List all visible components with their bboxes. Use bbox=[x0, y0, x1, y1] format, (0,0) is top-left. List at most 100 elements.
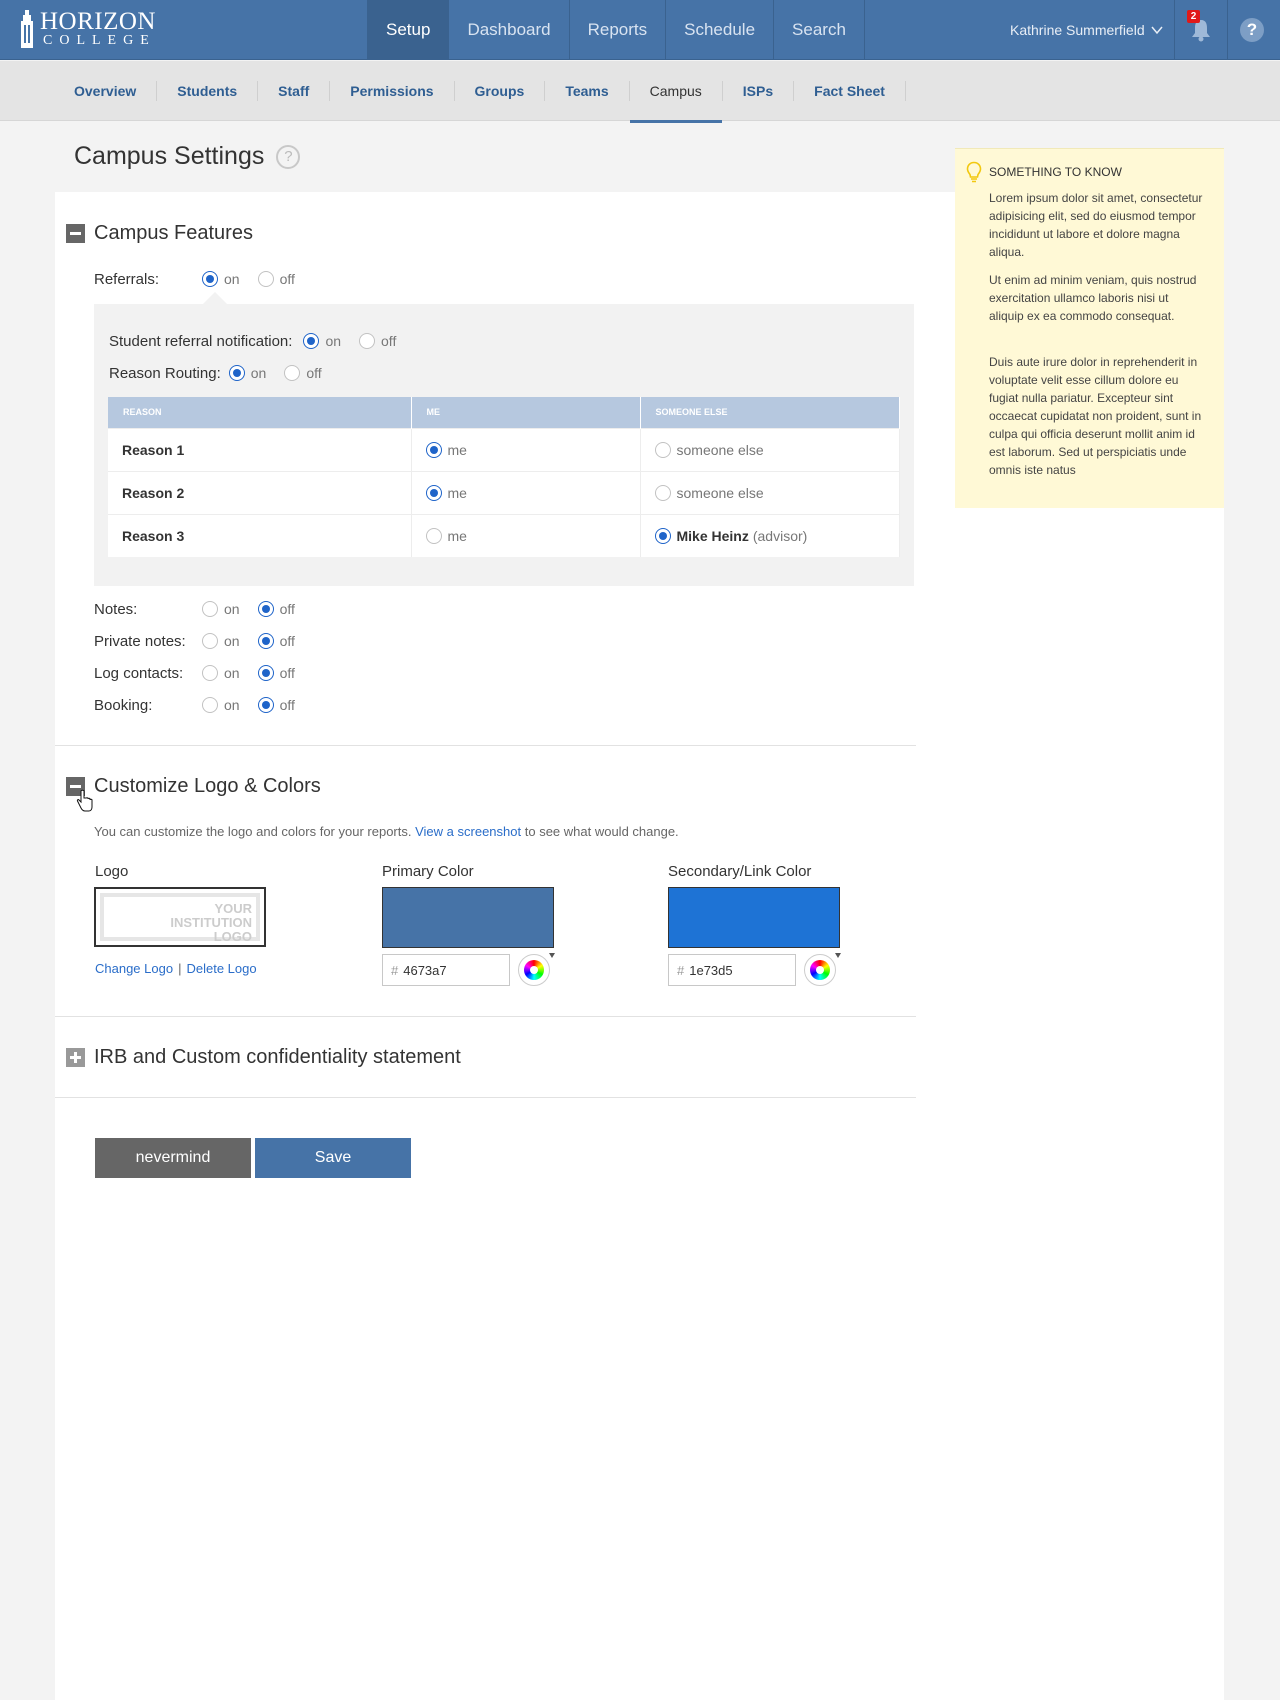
private-notes-off-option[interactable]: off bbox=[257, 633, 295, 649]
me-option[interactable]: me bbox=[425, 527, 640, 544]
subnav-isps[interactable]: ISPs bbox=[723, 81, 795, 101]
section-title: IRB and Custom confidentiality statement bbox=[94, 1046, 461, 1068]
radio-on[interactable] bbox=[202, 271, 218, 287]
radio-on[interactable] bbox=[228, 365, 245, 381]
routing-off-option[interactable]: off bbox=[284, 365, 322, 381]
booking-row: Booking: on off bbox=[94, 695, 313, 715]
notification-off-option[interactable]: off bbox=[359, 333, 396, 349]
advisor-name: Mike Heinz bbox=[676, 527, 749, 544]
customize-header[interactable]: Customize Logo & Colors bbox=[66, 775, 321, 798]
collapse-icon[interactable] bbox=[66, 224, 85, 243]
subnav-fact-sheet[interactable]: Fact Sheet bbox=[794, 81, 906, 101]
booking-on-option[interactable]: on bbox=[202, 697, 240, 713]
reason-routing-row: Reason Routing: on off bbox=[109, 363, 340, 383]
private-notes-on-option[interactable]: on bbox=[202, 633, 240, 649]
field-label: Private notes: bbox=[94, 632, 186, 650]
radio-else[interactable] bbox=[654, 484, 671, 501]
routing-on-option[interactable]: on bbox=[228, 365, 266, 381]
me-cell: me bbox=[411, 470, 641, 514]
placeholder-text: LOGO bbox=[213, 929, 252, 944]
subnav-teams[interactable]: Teams bbox=[545, 81, 630, 101]
table-row: Reason 1 me someone else bbox=[108, 427, 900, 471]
nav-dashboard[interactable]: Dashboard bbox=[449, 0, 570, 60]
nav-schedule[interactable]: Schedule bbox=[666, 0, 775, 60]
change-logo-link[interactable]: Change Logo bbox=[95, 961, 173, 976]
option-label: off bbox=[306, 365, 322, 381]
logo-actions: Change Logo | Delete Logo bbox=[95, 961, 257, 976]
else-cell: Mike Heinz (advisor) bbox=[640, 513, 900, 557]
nav-search[interactable]: Search bbox=[774, 0, 865, 60]
field-label: Reason Routing: bbox=[109, 364, 221, 382]
radio-me[interactable] bbox=[425, 484, 442, 501]
radio-me[interactable] bbox=[425, 441, 442, 458]
referrals-off-option[interactable]: off bbox=[257, 271, 295, 287]
radio-off[interactable] bbox=[257, 665, 274, 681]
radio-off[interactable] bbox=[359, 333, 376, 349]
radio-off[interactable] bbox=[257, 601, 274, 617]
reason-routing-table: REASON ME SOMEONE ELSE Reason 1 me someo… bbox=[108, 397, 900, 557]
primary-color-swatch[interactable] bbox=[382, 887, 554, 948]
option-label: off bbox=[381, 333, 397, 349]
radio-on[interactable] bbox=[202, 697, 218, 713]
subnav-campus[interactable]: Campus bbox=[629, 81, 723, 123]
table-row: Reason 2 me someone else bbox=[108, 470, 900, 514]
column-header: SOMEONE ELSE bbox=[640, 397, 900, 428]
else-option[interactable]: someone else bbox=[654, 484, 900, 501]
subnav-staff[interactable]: Staff bbox=[258, 81, 331, 101]
subnav-permissions[interactable]: Permissions bbox=[330, 81, 455, 101]
me-option[interactable]: me bbox=[425, 484, 640, 501]
irb-header[interactable]: IRB and Custom confidentiality statement bbox=[66, 1046, 461, 1069]
radio-on[interactable] bbox=[202, 633, 218, 649]
help-icon[interactable]: ? bbox=[276, 144, 301, 169]
secondary-hex-field[interactable]: # bbox=[668, 954, 796, 986]
radio-else[interactable] bbox=[654, 527, 671, 544]
color-wheel-icon[interactable] bbox=[804, 953, 841, 986]
log-contacts-on-option[interactable]: on bbox=[202, 665, 240, 681]
radio-off[interactable] bbox=[284, 365, 301, 381]
radio-off[interactable] bbox=[257, 271, 274, 287]
tip-paragraph: Ut enim ad minim veniam, quis nostrud ex… bbox=[989, 273, 1197, 323]
sub-nav: Overview Students Staff Permissions Grou… bbox=[54, 61, 906, 123]
field-label: Referrals: bbox=[94, 270, 160, 288]
primary-hex-input[interactable] bbox=[403, 962, 504, 978]
nevermind-button[interactable]: nevermind bbox=[95, 1138, 251, 1178]
notification-on-option[interactable]: on bbox=[303, 333, 341, 349]
else-cell: someone else bbox=[640, 427, 900, 471]
nav-reports[interactable]: Reports bbox=[570, 0, 667, 60]
notes-off-option[interactable]: off bbox=[257, 601, 295, 617]
subnav-overview[interactable]: Overview bbox=[54, 81, 158, 101]
user-menu[interactable]: Kathrine Summerfield bbox=[1010, 0, 1163, 60]
secondary-hex-input[interactable] bbox=[689, 962, 790, 978]
campus-features-header[interactable]: Campus Features bbox=[66, 222, 253, 245]
radio-on[interactable] bbox=[202, 665, 218, 681]
nav-setup[interactable]: Setup bbox=[368, 0, 450, 60]
reason-name: Reason 2 bbox=[108, 470, 412, 514]
radio-off[interactable] bbox=[257, 697, 274, 713]
me-option[interactable]: me bbox=[425, 441, 640, 458]
save-button[interactable]: Save bbox=[255, 1138, 411, 1178]
delete-logo-link[interactable]: Delete Logo bbox=[186, 961, 256, 976]
secondary-color-swatch[interactable] bbox=[668, 887, 840, 948]
option-label: me bbox=[447, 484, 467, 501]
booking-off-option[interactable]: off bbox=[257, 697, 295, 713]
radio-off[interactable] bbox=[257, 633, 274, 649]
radio-on[interactable] bbox=[303, 333, 320, 349]
help-icon[interactable]: ? bbox=[1240, 18, 1264, 42]
radio-on[interactable] bbox=[202, 601, 218, 617]
else-option[interactable]: someone else bbox=[654, 441, 900, 458]
college-logo[interactable]: HORIZON COLLEGE bbox=[18, 9, 156, 48]
radio-else[interactable] bbox=[654, 441, 671, 458]
notifications-button[interactable]: 2 bbox=[1174, 0, 1228, 60]
radio-me[interactable] bbox=[425, 527, 442, 544]
notes-on-option[interactable]: on bbox=[202, 601, 240, 617]
view-screenshot-link[interactable]: View a screenshot bbox=[415, 824, 521, 839]
expand-icon[interactable] bbox=[66, 1048, 85, 1067]
else-option[interactable]: Mike Heinz (advisor) bbox=[654, 527, 900, 544]
subnav-groups[interactable]: Groups bbox=[455, 81, 546, 101]
primary-hex-field[interactable]: # bbox=[382, 954, 510, 986]
subnav-students[interactable]: Students bbox=[157, 81, 259, 101]
private-notes-row: Private notes: on off bbox=[94, 631, 313, 651]
color-wheel-icon[interactable] bbox=[518, 953, 555, 986]
log-contacts-off-option[interactable]: off bbox=[257, 665, 295, 681]
referrals-on-option[interactable]: on bbox=[202, 271, 240, 287]
